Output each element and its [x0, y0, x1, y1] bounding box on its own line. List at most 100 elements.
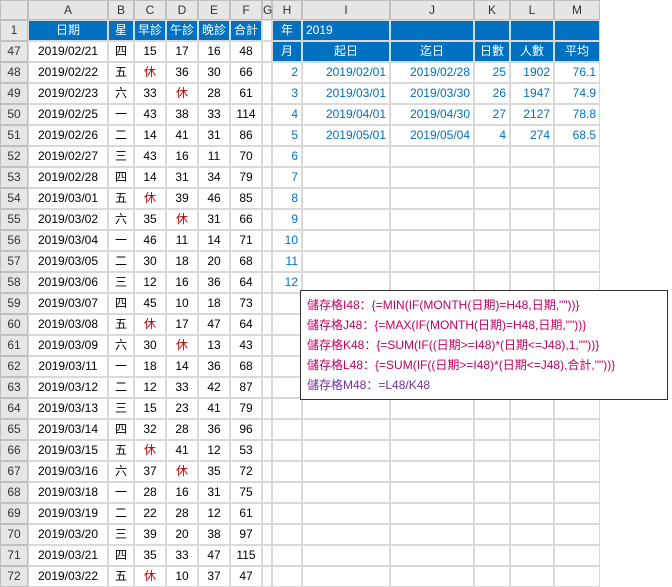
r-avg[interactable]	[554, 188, 600, 209]
r-people[interactable]	[510, 230, 554, 251]
afternoon-cell[interactable]: 休	[166, 335, 198, 356]
evening-cell[interactable]: 14	[198, 230, 230, 251]
row-header[interactable]: 72	[0, 566, 28, 587]
total-cell[interactable]: 64	[230, 314, 262, 335]
r-people[interactable]: 1947	[510, 83, 554, 104]
evening-cell[interactable]: 34	[198, 167, 230, 188]
e[interactable]	[554, 440, 600, 461]
row-header[interactable]: 65	[0, 419, 28, 440]
morning-cell[interactable]: 14	[134, 125, 166, 146]
e[interactable]	[302, 503, 390, 524]
total-cell[interactable]: 75	[230, 482, 262, 503]
afternoon-cell[interactable]: 38	[166, 104, 198, 125]
row-header[interactable]: 50	[0, 104, 28, 125]
evening-cell[interactable]: 11	[198, 146, 230, 167]
r-avg[interactable]: 78.8	[554, 104, 600, 125]
r-start[interactable]	[302, 167, 390, 188]
morning-cell[interactable]: 30	[134, 335, 166, 356]
weekday-cell[interactable]: 四	[108, 419, 134, 440]
total-cell[interactable]: 87	[230, 377, 262, 398]
afternoon-cell[interactable]: 31	[166, 167, 198, 188]
afternoon-cell[interactable]: 33	[166, 377, 198, 398]
e[interactable]	[390, 482, 474, 503]
col-header[interactable]: L	[510, 0, 554, 20]
date-cell[interactable]: 2019/03/19	[28, 503, 108, 524]
weekday-cell[interactable]: 二	[108, 251, 134, 272]
afternoon-cell[interactable]: 41	[166, 125, 198, 146]
e[interactable]	[272, 566, 302, 587]
e[interactable]	[272, 314, 302, 335]
morning-cell[interactable]: 休	[134, 62, 166, 83]
date-cell[interactable]: 2019/03/09	[28, 335, 108, 356]
morning-cell[interactable]: 休	[134, 566, 166, 587]
date-cell[interactable]: 2019/03/08	[28, 314, 108, 335]
row-header[interactable]: 55	[0, 209, 28, 230]
r-people[interactable]	[510, 167, 554, 188]
date-cell[interactable]: 2019/03/07	[28, 293, 108, 314]
e[interactable]	[390, 461, 474, 482]
e[interactable]	[272, 503, 302, 524]
r-start[interactable]	[302, 251, 390, 272]
evening-cell[interactable]: 12	[198, 440, 230, 461]
e[interactable]	[474, 419, 510, 440]
col-header[interactable]: G	[262, 0, 272, 20]
r-start[interactable]	[302, 230, 390, 251]
total-cell[interactable]: 61	[230, 83, 262, 104]
date-cell[interactable]: 2019/03/20	[28, 524, 108, 545]
r-people[interactable]	[510, 209, 554, 230]
weekday-cell[interactable]: 六	[108, 83, 134, 104]
afternoon-cell[interactable]: 休	[166, 209, 198, 230]
total-cell[interactable]: 85	[230, 188, 262, 209]
date-cell[interactable]: 2019/02/22	[28, 62, 108, 83]
r-days[interactable]	[474, 230, 510, 251]
weekday-cell[interactable]: 三	[108, 398, 134, 419]
row-header[interactable]: 67	[0, 461, 28, 482]
total-cell[interactable]: 79	[230, 398, 262, 419]
e[interactable]	[554, 461, 600, 482]
r-avg[interactable]	[554, 209, 600, 230]
total-cell[interactable]: 86	[230, 125, 262, 146]
e[interactable]	[272, 398, 302, 419]
e[interactable]	[390, 440, 474, 461]
weekday-cell[interactable]: 三	[108, 524, 134, 545]
afternoon-cell[interactable]: 11	[166, 230, 198, 251]
r-month[interactable]: 10	[272, 230, 302, 251]
e[interactable]	[554, 482, 600, 503]
e[interactable]	[554, 524, 600, 545]
weekday-cell[interactable]: 二	[108, 377, 134, 398]
weekday-cell[interactable]: 二	[108, 503, 134, 524]
weekday-cell[interactable]: 一	[108, 356, 134, 377]
evening-cell[interactable]: 37	[198, 566, 230, 587]
total-cell[interactable]: 64	[230, 272, 262, 293]
morning-cell[interactable]: 33	[134, 83, 166, 104]
morning-cell[interactable]: 14	[134, 167, 166, 188]
evening-cell[interactable]: 12	[198, 503, 230, 524]
e[interactable]	[510, 482, 554, 503]
e[interactable]	[272, 293, 302, 314]
row-header[interactable]: 57	[0, 251, 28, 272]
e[interactable]	[272, 482, 302, 503]
r-days[interactable]: 26	[474, 83, 510, 104]
e[interactable]	[510, 461, 554, 482]
r-end[interactable]: 2019/05/04	[390, 125, 474, 146]
afternoon-cell[interactable]: 17	[166, 314, 198, 335]
row-header[interactable]: 53	[0, 167, 28, 188]
row-header[interactable]: 58	[0, 272, 28, 293]
r-month[interactable]: 5	[272, 125, 302, 146]
r-days[interactable]: 4	[474, 125, 510, 146]
total-cell[interactable]: 53	[230, 440, 262, 461]
r-days[interactable]	[474, 188, 510, 209]
r-avg[interactable]: 68.5	[554, 125, 600, 146]
afternoon-cell[interactable]: 休	[166, 83, 198, 104]
e[interactable]	[272, 440, 302, 461]
r-people[interactable]	[510, 188, 554, 209]
morning-cell[interactable]: 15	[134, 398, 166, 419]
weekday-cell[interactable]: 一	[108, 230, 134, 251]
r-start[interactable]	[302, 209, 390, 230]
evening-cell[interactable]: 38	[198, 524, 230, 545]
e[interactable]	[272, 461, 302, 482]
r-month[interactable]: 6	[272, 146, 302, 167]
col-header[interactable]: E	[198, 0, 230, 20]
total-cell[interactable]: 72	[230, 461, 262, 482]
e[interactable]	[474, 503, 510, 524]
